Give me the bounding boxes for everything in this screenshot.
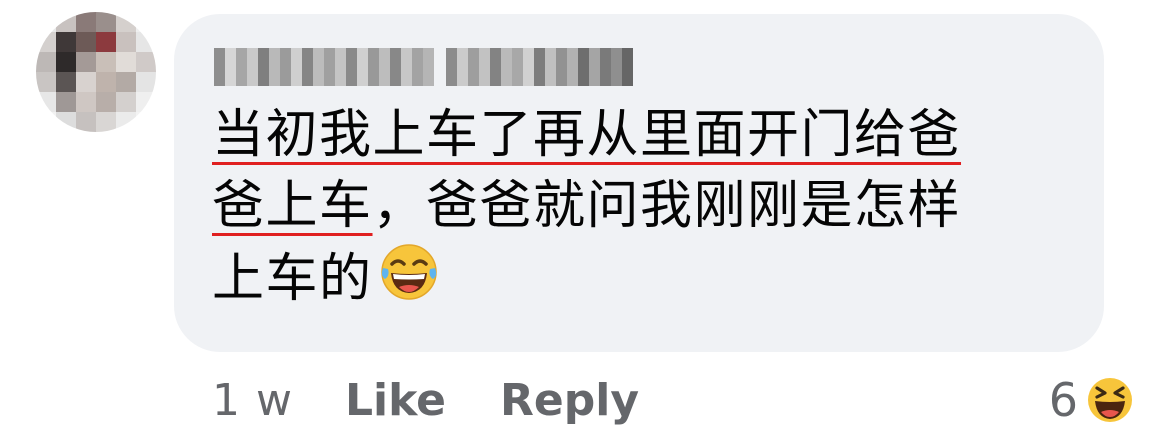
comment-actions: 1 w Like Reply [212,370,639,430]
laughing-tears-icon [380,244,437,300]
comment-line-3: 上车的 [212,242,1082,315]
reaction-summary[interactable]: 6 [1049,370,1136,430]
plain-text: 上车的 [212,249,373,309]
comment-text: 当初我上车了再从里面开门给爸 爸上车，爸爸就问我刚刚是怎样 上车的 [212,100,1082,315]
timestamp[interactable]: 1 w [212,375,293,426]
comment-line-2: 爸上车，爸爸就问我刚刚是怎样 [212,171,1082,242]
haha-reaction-icon [1085,375,1135,425]
author-name-redacted[interactable] [214,48,633,86]
reply-button[interactable]: Reply [500,375,639,426]
comment: 当初我上车了再从里面开门给爸 爸上车，爸爸就问我刚刚是怎样 上车的 1 w Li… [0,0,1170,438]
comment-line-1: 当初我上车了再从里面开门给爸 [212,100,1082,171]
comment-bubble: 当初我上车了再从里面开门给爸 爸上车，爸爸就问我刚刚是怎样 上车的 [174,14,1104,352]
reaction-count: 6 [1048,373,1078,427]
underlined-text: 爸上车 [212,176,373,236]
like-button[interactable]: Like [345,375,446,426]
avatar[interactable] [36,12,156,132]
plain-text: ，爸爸就问我刚刚是怎样 [372,176,962,236]
underlined-text: 当初我上车了再从里面开门给爸 [212,105,962,165]
